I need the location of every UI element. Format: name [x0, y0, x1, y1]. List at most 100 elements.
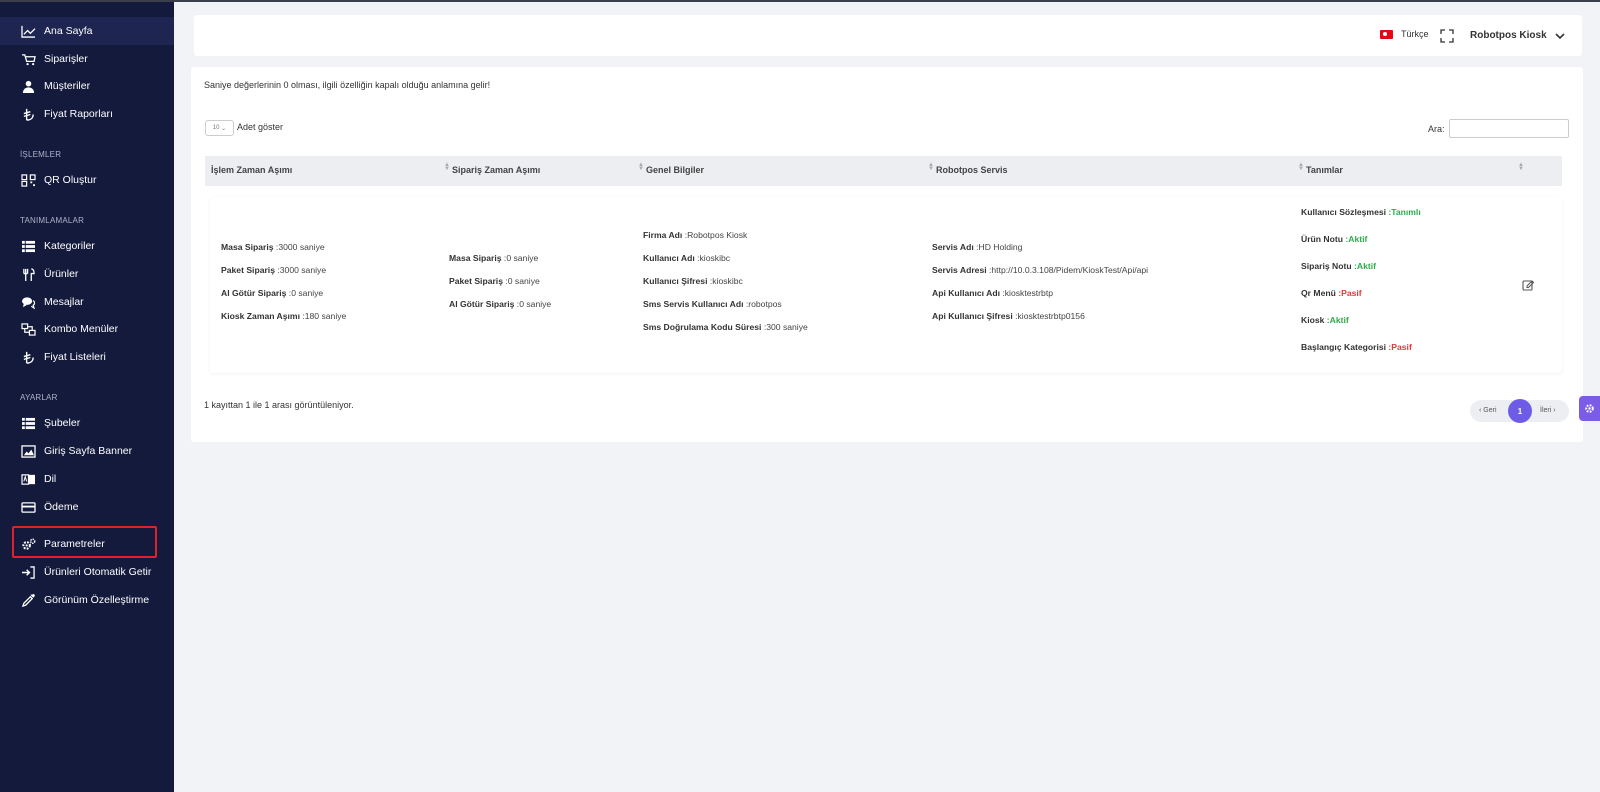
sidebar-item-label: Siparişler	[44, 53, 88, 65]
qrcode-icon	[20, 173, 36, 187]
image-icon	[20, 444, 36, 458]
page-length-label: Adet göster	[237, 122, 284, 132]
column-header-siparis[interactable]: Sipariş Zaman Aşımı	[452, 165, 540, 175]
genel-firma-adi: Firma Adı :Robotpos Kiosk	[643, 230, 748, 240]
top-bar	[194, 15, 1582, 56]
user-icon	[20, 79, 36, 93]
servis-adi: Servis Adı :HD Holding	[932, 242, 1023, 252]
chart-line-icon	[20, 24, 36, 38]
user-name: Robotpos Kiosk	[1470, 30, 1547, 41]
eyedropper-icon	[20, 593, 36, 607]
language-label: Türkçe	[1401, 29, 1429, 39]
page-length-select[interactable]: 10 ⌄	[205, 120, 234, 136]
sidebar-item-label: Kombo Menüler	[44, 323, 119, 335]
sidebar-item-label: Kategoriler	[44, 240, 95, 252]
genel-kullanici-sifresi: Kullanıcı Şifresi :kioskibc	[643, 276, 743, 286]
sidebar-item-kombo-menuler[interactable]: Kombo Menüler	[0, 315, 174, 343]
sign-in-icon	[20, 565, 36, 579]
table-info: 1 kayıttan 1 ile 1 arası görüntüleniyor.	[204, 400, 354, 410]
islem-al-gotur-siparis: Al Götür Sipariş :0 saniye	[221, 288, 324, 298]
lira-icon	[20, 107, 36, 121]
sidebar-item-label: QR Oluştur	[44, 174, 97, 186]
tanim-qr-menu: Qr Menü :Pasif	[1301, 288, 1362, 298]
sidebar-item-ana-sayfa[interactable]: Ana Sayfa	[0, 17, 174, 45]
tanim-kiosk: Kiosk :Aktif	[1301, 315, 1349, 325]
sidebar-item-qr-olustur[interactable]: QR Oluştur	[0, 166, 174, 194]
servis-api-kullanici-adi: Api Kullanıcı Adı :kiosktestrbtp	[932, 288, 1053, 298]
sidebar-item-odeme[interactable]: Ödeme	[0, 493, 174, 521]
sidebar-item-fiyat-raporlari[interactable]: Fiyat Raporları	[0, 100, 174, 128]
islem-kiosk-zaman-asimi: Kiosk Zaman Aşımı :180 saniye	[221, 311, 347, 321]
tanim-kullanici-sozlesmesi: Kullanıcı Sözleşmesi :Tanımlı	[1301, 207, 1421, 217]
siparis-masa-siparis: Masa Sipariş :0 saniye	[449, 253, 539, 263]
turkey-flag-icon	[1380, 29, 1393, 39]
sidebar-item-label: Fiyat Listeleri	[44, 351, 106, 363]
pagination-prev[interactable]: ‹ Geri	[1479, 407, 1497, 414]
sort-icon[interactable]: ▲ ▼	[928, 162, 934, 172]
sidebar-item-label: Ürünler	[44, 268, 79, 280]
sidebar-item-label: Ana Sayfa	[44, 25, 93, 37]
sidebar-item-label: Dil	[44, 473, 57, 485]
sidebar-item-label: Giriş Sayfa Banner	[44, 445, 133, 457]
top-border	[0, 0, 1600, 2]
siparis-paket-siparis: Paket Sipariş :0 saniye	[449, 276, 540, 286]
sidebar-item-giris-sayfa-banner[interactable]: Giriş Sayfa Banner	[0, 437, 174, 465]
sort-icon[interactable]: ▲ ▼	[1518, 162, 1524, 172]
sidebar-item-mesajlar[interactable]: Mesajlar	[0, 288, 174, 316]
sidebar-item-subeler[interactable]: Şubeler	[0, 409, 174, 437]
sidebar-item-label: Mesajlar	[44, 296, 84, 308]
search-label: Ara:	[1428, 124, 1445, 134]
fullscreen-icon[interactable]	[1440, 29, 1454, 43]
column-header-genel[interactable]: Genel Bilgiler	[646, 165, 704, 175]
sidebar-item-gorunum-ozellestirme[interactable]: Görünüm Özelleştirme	[0, 586, 174, 614]
credit-card-icon	[20, 500, 36, 514]
column-header-tanimlar[interactable]: Tanımlar	[1306, 165, 1343, 175]
islem-masa-siparis: Masa Sipariş :3000 saniye	[221, 242, 325, 252]
islem-paket-siparis: Paket Sipariş :3000 saniye	[221, 265, 327, 275]
user-menu[interactable]: Robotpos Kiosk	[1470, 30, 1565, 41]
pagination-next[interactable]: İleri ›	[1540, 407, 1556, 414]
sidebar-item-siparisler[interactable]: Siparişler	[0, 45, 174, 73]
sidebar: Ana Sayfa Siparişler Müşteriler Fiyat Ra…	[0, 2, 174, 792]
sidebar-item-urunleri-otomatik-getir[interactable]: Ürünleri Otomatik Getir	[0, 558, 174, 586]
sidebar-item-musteriler[interactable]: Müşteriler	[0, 72, 174, 100]
sidebar-item-label: Görünüm Özelleştirme	[44, 594, 150, 606]
sidebar-item-fiyat-listeleri[interactable]: Fiyat Listeleri	[0, 343, 174, 371]
sidebar-item-label: Müşteriler	[44, 80, 91, 92]
theme-settings-button[interactable]	[1579, 396, 1600, 421]
page-length-value: 10	[212, 125, 220, 131]
language-icon	[20, 472, 36, 486]
servis-adresi: Servis Adresi :http://10.0.3.108/Pidem/K…	[932, 265, 1149, 275]
list-icon	[20, 416, 36, 430]
search-input[interactable]	[1449, 119, 1569, 138]
selection-highlight	[12, 526, 157, 558]
section-islemler: İŞLEMLER	[20, 150, 62, 159]
column-header-islem[interactable]: İşlem Zaman Aşımı	[211, 165, 292, 175]
chevron-down-icon	[1555, 32, 1565, 39]
genel-sms-servis-kullanici-adi: Sms Servis Kullanıcı Adı :robotpos	[643, 299, 782, 309]
gear-icon	[1585, 404, 1594, 413]
sidebar-item-label: Ödeme	[44, 501, 79, 513]
column-header-robotpos-servis[interactable]: Robotpos Servis	[936, 165, 1008, 175]
section-ayarlar: AYARLAR	[20, 393, 58, 402]
tanim-urun-notu: Ürün Notu :Aktif	[1301, 234, 1368, 244]
table-header	[205, 156, 1562, 186]
sidebar-item-kategoriler[interactable]: Kategoriler	[0, 232, 174, 260]
sort-icon[interactable]: ▲ ▼	[444, 162, 450, 172]
sidebar-item-dil[interactable]: Dil	[0, 465, 174, 493]
list-icon	[20, 239, 36, 253]
comments-icon	[20, 295, 36, 309]
sidebar-item-label: Ürünleri Otomatik Getir	[44, 566, 152, 578]
lira-icon	[20, 350, 36, 364]
combo-icon	[20, 322, 36, 336]
edit-icon[interactable]	[1522, 279, 1534, 291]
sidebar-item-urunler[interactable]: Ürünler	[0, 260, 174, 288]
pagination: ‹ Geri 1 İleri ›	[1470, 399, 1569, 423]
language-selector[interactable]: Türkçe	[1380, 29, 1429, 39]
sidebar-item-label: Fiyat Raporları	[44, 108, 113, 120]
sort-icon[interactable]: ▲ ▼	[1298, 162, 1304, 172]
pagination-page-1[interactable]: 1	[1508, 399, 1532, 423]
genel-sms-dogrulama-kodu-suresi: Sms Doğrulama Kodu Süresi :300 saniye	[643, 322, 808, 332]
utensils-icon	[20, 267, 36, 281]
sort-icon[interactable]: ▲ ▼	[638, 162, 644, 172]
